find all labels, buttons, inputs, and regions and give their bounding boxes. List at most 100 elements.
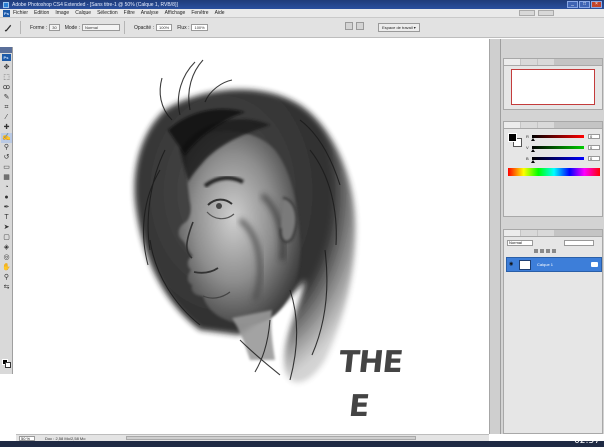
zoom-tool-icon[interactable]: ⚲ [1, 273, 12, 283]
color-foreground-swatch[interactable] [508, 133, 517, 142]
type-tool-icon[interactable]: T [1, 213, 12, 223]
blue-slider-track[interactable] [532, 157, 584, 160]
tab-paths[interactable] [538, 230, 554, 236]
brush-tool-icon[interactable] [4, 23, 13, 32]
workspace-switcher[interactable]: Espace de travail ▾ [378, 23, 420, 32]
green-value-field[interactable]: 0 [588, 145, 600, 150]
tab-histogram[interactable] [521, 59, 537, 65]
red-slider-track[interactable] [532, 135, 584, 138]
menu-selection[interactable]: Sélection [97, 10, 118, 16]
brush-size-dropdown[interactable]: 30 [49, 24, 60, 31]
menu-aide[interactable]: Aide [215, 10, 225, 16]
layers-panel-tabs [504, 230, 602, 237]
arrange-documents-button[interactable] [519, 10, 535, 16]
tab-swatches[interactable] [521, 122, 537, 128]
blue-slider[interactable]: B 0 [526, 156, 602, 163]
menu-affichage[interactable]: Affichage [165, 10, 186, 16]
blue-value-field[interactable]: 0 [588, 156, 600, 161]
tab-navigator[interactable] [504, 59, 520, 65]
tab-channels[interactable] [521, 230, 537, 236]
gradient-tool-icon[interactable]: ▦ [1, 173, 12, 183]
options-separator [123, 21, 125, 34]
tab-styles[interactable] [538, 122, 554, 128]
tools-panel-header[interactable] [0, 47, 12, 53]
tab-info[interactable] [538, 59, 554, 65]
layers-panel: Normal ◉ Calque 1 [503, 229, 603, 434]
shape-tool-icon[interactable]: ▢ [1, 233, 12, 243]
lettering-line-2: E [347, 389, 372, 424]
lock-transparency-icon[interactable] [534, 249, 538, 253]
tab-color[interactable] [504, 122, 520, 128]
red-slider[interactable]: R 0 [526, 134, 602, 141]
menu-analyse[interactable]: Analyse [141, 10, 159, 16]
layer-link-icon [591, 262, 598, 267]
tab-layers[interactable] [504, 230, 520, 236]
path-select-tool-icon[interactable]: ➤ [1, 223, 12, 233]
menu-image[interactable]: Image [55, 10, 69, 16]
blur-tool-icon[interactable]: ◔ [1, 183, 12, 193]
3d-orbit-tool-icon[interactable]: ◎ [1, 253, 12, 263]
crop-tool-icon[interactable]: ⌗ [1, 103, 12, 113]
os-taskbar [0, 441, 604, 447]
clone-stamp-tool-icon[interactable]: ⚲ [1, 143, 12, 153]
pen-tool-icon[interactable]: ✒ [1, 203, 12, 213]
history-brush-tool-icon[interactable]: ↺ [1, 153, 12, 163]
menu-calque[interactable]: Calque [75, 10, 91, 16]
brush-tool-icon[interactable]: ✍ [1, 133, 12, 143]
horizontal-scrollbar[interactable] [126, 436, 416, 440]
3d-rotate-tool-icon[interactable]: ◈ [1, 243, 12, 253]
lock-all-icon[interactable] [552, 249, 556, 253]
mode-label: Mode : [64, 24, 80, 31]
navigator-thumbnail[interactable] [511, 69, 595, 105]
quick-select-tool-icon[interactable]: ✎ [1, 93, 12, 103]
green-slider-track[interactable] [532, 146, 584, 149]
tools-panel: Ps ✥ ⬚ ꝏ ✎ ⌗ ⁄ ✚ ✍ ⚲ ↺ ▭ ▦ ◔ ● ✒ T ➤ ▢ ◈… [0, 47, 13, 374]
maximize-button[interactable]: □ [579, 1, 590, 8]
minimize-button[interactable]: _ [567, 1, 578, 8]
layer-blend-mode-select[interactable]: Normal [507, 240, 533, 246]
opacity-label: Opacité : [133, 24, 154, 31]
marquee-tool-icon[interactable]: ⬚ [1, 73, 12, 83]
flow-label: Flux : [177, 24, 190, 31]
zoom-field[interactable]: 50 % [19, 435, 35, 441]
lock-position-icon[interactable] [546, 249, 550, 253]
move-tool-icon[interactable]: ✥ [1, 63, 12, 73]
lasso-tool-icon[interactable]: ꝏ [1, 83, 12, 93]
eyedropper-tool-icon[interactable]: ⁄ [1, 113, 12, 123]
blend-mode-select[interactable]: Normal [81, 24, 120, 31]
lock-pixels-icon[interactable] [540, 249, 544, 253]
red-slider-knob[interactable] [531, 138, 535, 141]
menu-fichier[interactable]: Fichier [13, 10, 28, 16]
dodge-tool-icon[interactable]: ● [1, 193, 12, 203]
flow-field[interactable]: 100% [191, 24, 208, 31]
eraser-tool-icon[interactable]: ▭ [1, 163, 12, 173]
eye-visibility-icon[interactable]: ◉ [509, 262, 515, 267]
background-color-swatch[interactable] [5, 362, 11, 368]
options-bar: Forme : 30 Mode : Normal Opacité : 100% … [0, 18, 604, 38]
layer-opacity-field[interactable] [564, 240, 594, 246]
color-spectrum-ramp[interactable] [508, 168, 600, 176]
opacity-field[interactable]: 100% [156, 24, 173, 31]
layer-thumbnail [519, 260, 531, 270]
close-button[interactable]: × [591, 1, 602, 8]
tablet-pressure-toggle[interactable] [356, 22, 364, 30]
red-value-field[interactable]: 0 [588, 134, 600, 139]
menu-edition[interactable]: Edition [34, 10, 49, 16]
layer-name[interactable]: Calque 1 [537, 262, 553, 267]
screen-mode-button[interactable] [538, 10, 554, 16]
window-title-bar: Adobe Photoshop CS4 Extended - [Sans tit… [0, 0, 604, 9]
menu-fenetre[interactable]: Fenêtre [191, 10, 208, 16]
green-slider[interactable]: V 0 [526, 145, 602, 152]
healing-tool-icon[interactable]: ✚ [1, 123, 12, 133]
layer-row-calque-1[interactable]: ◉ Calque 1 [506, 257, 602, 272]
green-slider-knob[interactable] [531, 149, 535, 152]
menu-filtre[interactable]: Filtre [124, 10, 135, 16]
collapsed-panel-dock[interactable] [489, 39, 500, 434]
blue-slider-knob[interactable] [531, 160, 535, 163]
airbrush-toggle[interactable] [345, 22, 353, 30]
swap-colors-icon[interactable]: ⇆ [1, 283, 12, 293]
hand-tool-icon[interactable]: ✋ [1, 263, 12, 273]
navigator-panel-tabs [504, 59, 602, 66]
document-canvas[interactable]: THE E [16, 39, 489, 434]
window-controls: _ □ × [567, 1, 602, 8]
